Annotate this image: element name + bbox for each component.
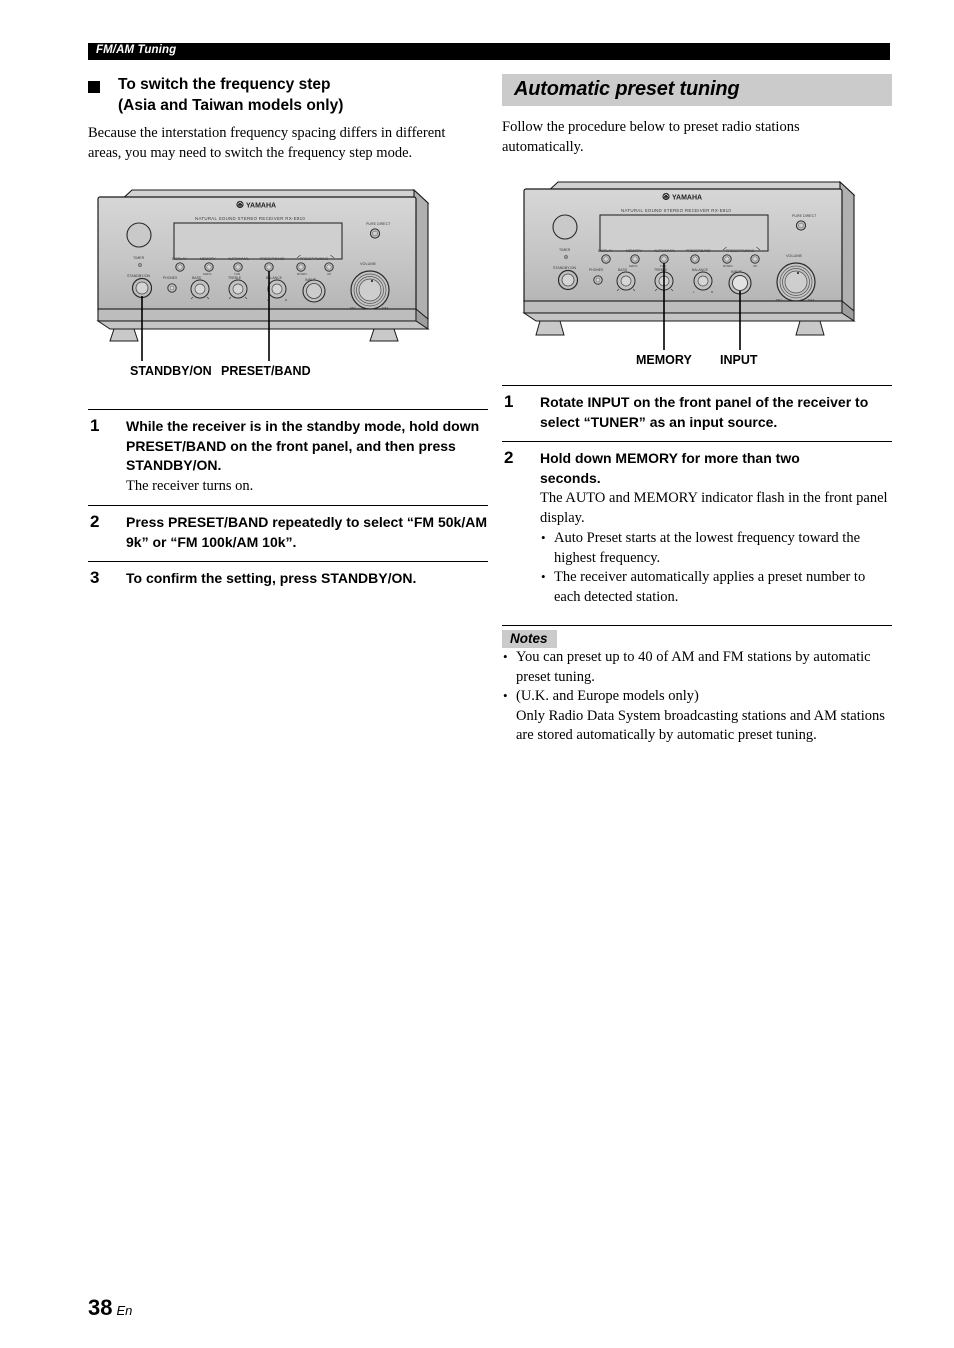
step-item: 1 While the receiver is in the standby m… [88,409,488,505]
note-item: You can preset up to 40 of AM and FM sta… [502,647,892,687]
right-intro-paragraph: Follow the procedure below to preset rad… [502,119,800,155]
svg-text:DISPLAY: DISPLAY [172,257,187,261]
step-title: Hold down MEMORY for more than two secon… [540,450,800,486]
notes-heading: Notes [502,630,557,648]
running-head-text: FM/AM Tuning [96,44,177,56]
step-item: 2 Press PRESET/BAND repeatedly to select… [88,505,488,561]
black-square-bullet-icon [88,81,100,93]
note-item-continuation: Only Radio Data System broadcasting stat… [516,707,885,744]
svg-text:TREBLE: TREBLE [228,276,242,280]
note-item: (U.K. and Europe models only) Only Radio… [502,686,892,746]
step-number: 3 [90,568,100,587]
step-bullet-list: Auto Preset starts at the lowest frequen… [540,528,892,607]
svg-text:NATURAL SOUND STEREO RECEIVER: NATURAL SOUND STEREO RECEIVER RX-E810 [621,208,731,213]
svg-text:MAX: MAX [382,306,389,310]
svg-text:PHONES: PHONES [163,276,178,280]
svg-text:MAN'L: MAN'L [203,272,212,276]
svg-text:STANDBY/ON: STANDBY/ON [553,266,577,270]
svg-text:UP: UP [327,272,331,276]
step-item: 1 Rotate INPUT on the front panel of the… [502,385,892,441]
bullet-item: Auto Preset starts at the lowest frequen… [540,528,892,568]
svg-text:TREBLE: TREBLE [654,268,668,272]
svg-text:PRESET/TUNING: PRESET/TUNING [726,249,755,253]
step-item: 2 Hold down MEMORY for more than two sec… [502,441,892,611]
svg-text:MAN'L: MAN'L [629,264,638,268]
svg-text:STANDBY/ON: STANDBY/ON [127,274,151,278]
svg-text:TIMER: TIMER [559,248,571,252]
section-banner: Automatic preset tuning [502,74,892,106]
svg-text:PRESET/TUNING: PRESET/TUNING [300,257,329,261]
svg-text:PRESET/BAND: PRESET/BAND [260,257,285,261]
note-item-label: (U.K. and Europe models only) [516,688,699,704]
left-column: To switch the frequency step (Asia and T… [88,74,488,595]
notes-divider [502,625,892,626]
svg-text:BALANCE: BALANCE [692,268,709,272]
section-title: Automatic preset tuning [514,78,740,100]
svg-text:BASS: BASS [618,268,628,272]
svg-text:DISPLAY: DISPLAY [598,249,613,253]
receiver-illustration: YAMAHA NATURAL SOUND STEREO RECEIVER RX-… [96,188,430,361]
step-title: Press PRESET/BAND repeatedly to select “… [126,514,488,550]
svg-text:MIN: MIN [776,298,782,302]
step-number: 2 [90,512,100,531]
svg-text:BASS: BASS [192,276,202,280]
svg-text:VOLUME: VOLUME [360,262,377,266]
right-column: Automatic preset tuning Follow the proce… [502,74,892,746]
svg-text:PHONES: PHONES [589,268,604,272]
svg-text:MEMORY: MEMORY [200,257,216,261]
callout-label-standby-on: STANDBY/ON [130,364,212,378]
step-number: 1 [90,416,100,435]
left-heading-line1: To switch the frequency step [118,76,331,93]
manual-page: FM/AM Tuning To switch the frequency ste… [0,0,954,1348]
step-title: To confirm the setting, press STANDBY/ON… [126,570,417,586]
svg-text:MAX: MAX [808,298,815,302]
receiver-figure-left: YAMAHA NATURAL SOUND STEREO RECEIVER RX-… [88,183,488,379]
page-number: 38 [88,1295,113,1320]
callout-label-preset-band: PRESET/BAND [221,364,311,378]
notes-block: Notes You can preset up to 40 of AM and … [502,625,892,746]
left-heading-line2: (Asia and Taiwan models only) [118,97,344,114]
step-title: Rotate INPUT on the front panel of the r… [540,394,869,430]
notes-list: You can preset up to 40 of AM and FM sta… [502,647,892,746]
callout-label-input: INPUT [720,353,758,367]
step-item: 3 To confirm the setting, press STANDBY/… [88,561,488,595]
step-number: 2 [504,448,514,467]
svg-text:PURE DIRECT: PURE DIRECT [366,222,391,226]
callout-label-memory: MEMORY [636,353,692,367]
page-language: En [116,1303,133,1318]
svg-text:YAMAHA: YAMAHA [246,203,276,210]
right-steps-list: 1 Rotate INPUT on the front panel of the… [502,385,892,611]
receiver-figure-right: YAMAHA NATURAL SOUND STEREO RECEIVER RX-… [502,175,892,367]
svg-text:DOWN: DOWN [723,264,733,268]
svg-text:VOLUME: VOLUME [786,254,803,258]
svg-text:AUTO/MAN'L: AUTO/MAN'L [654,249,675,253]
page-footer: 38 En [88,1295,132,1321]
receiver-illustration: YAMAHA NATURAL SOUND STEREO RECEIVER RX-… [522,180,856,350]
svg-text:TIMER: TIMER [133,256,145,260]
svg-text:PURE DIRECT: PURE DIRECT [792,214,817,218]
step-subtext: The receiver turns on. [126,477,254,494]
bullet-item: The receiver automatically applies a pre… [540,567,892,607]
left-heading: To switch the frequency step (Asia and T… [88,74,488,116]
svg-text:MIN: MIN [350,306,356,310]
step-number: 1 [504,392,514,411]
svg-text:YAMAHA: YAMAHA [672,195,702,202]
step-subtext: The AUTO and MEMORY indicator flash in t… [540,490,888,526]
svg-text:PRESET/BAND: PRESET/BAND [686,249,711,253]
left-steps-list: 1 While the receiver is in the standby m… [88,409,488,595]
svg-text:MEMORY: MEMORY [626,249,642,253]
svg-text:DOWN: DOWN [297,272,307,276]
svg-text:AUTO/MAN'L: AUTO/MAN'L [228,257,249,261]
svg-text:NATURAL SOUND STEREO RECEIVER: NATURAL SOUND STEREO RECEIVER RX-E810 [195,216,305,221]
running-head-bar: FM/AM Tuning [88,43,890,60]
left-intro-paragraph: Because the interstation frequency spaci… [88,125,446,161]
svg-text:UP: UP [753,264,757,268]
step-title: While the receiver is in the standby mod… [126,418,480,473]
